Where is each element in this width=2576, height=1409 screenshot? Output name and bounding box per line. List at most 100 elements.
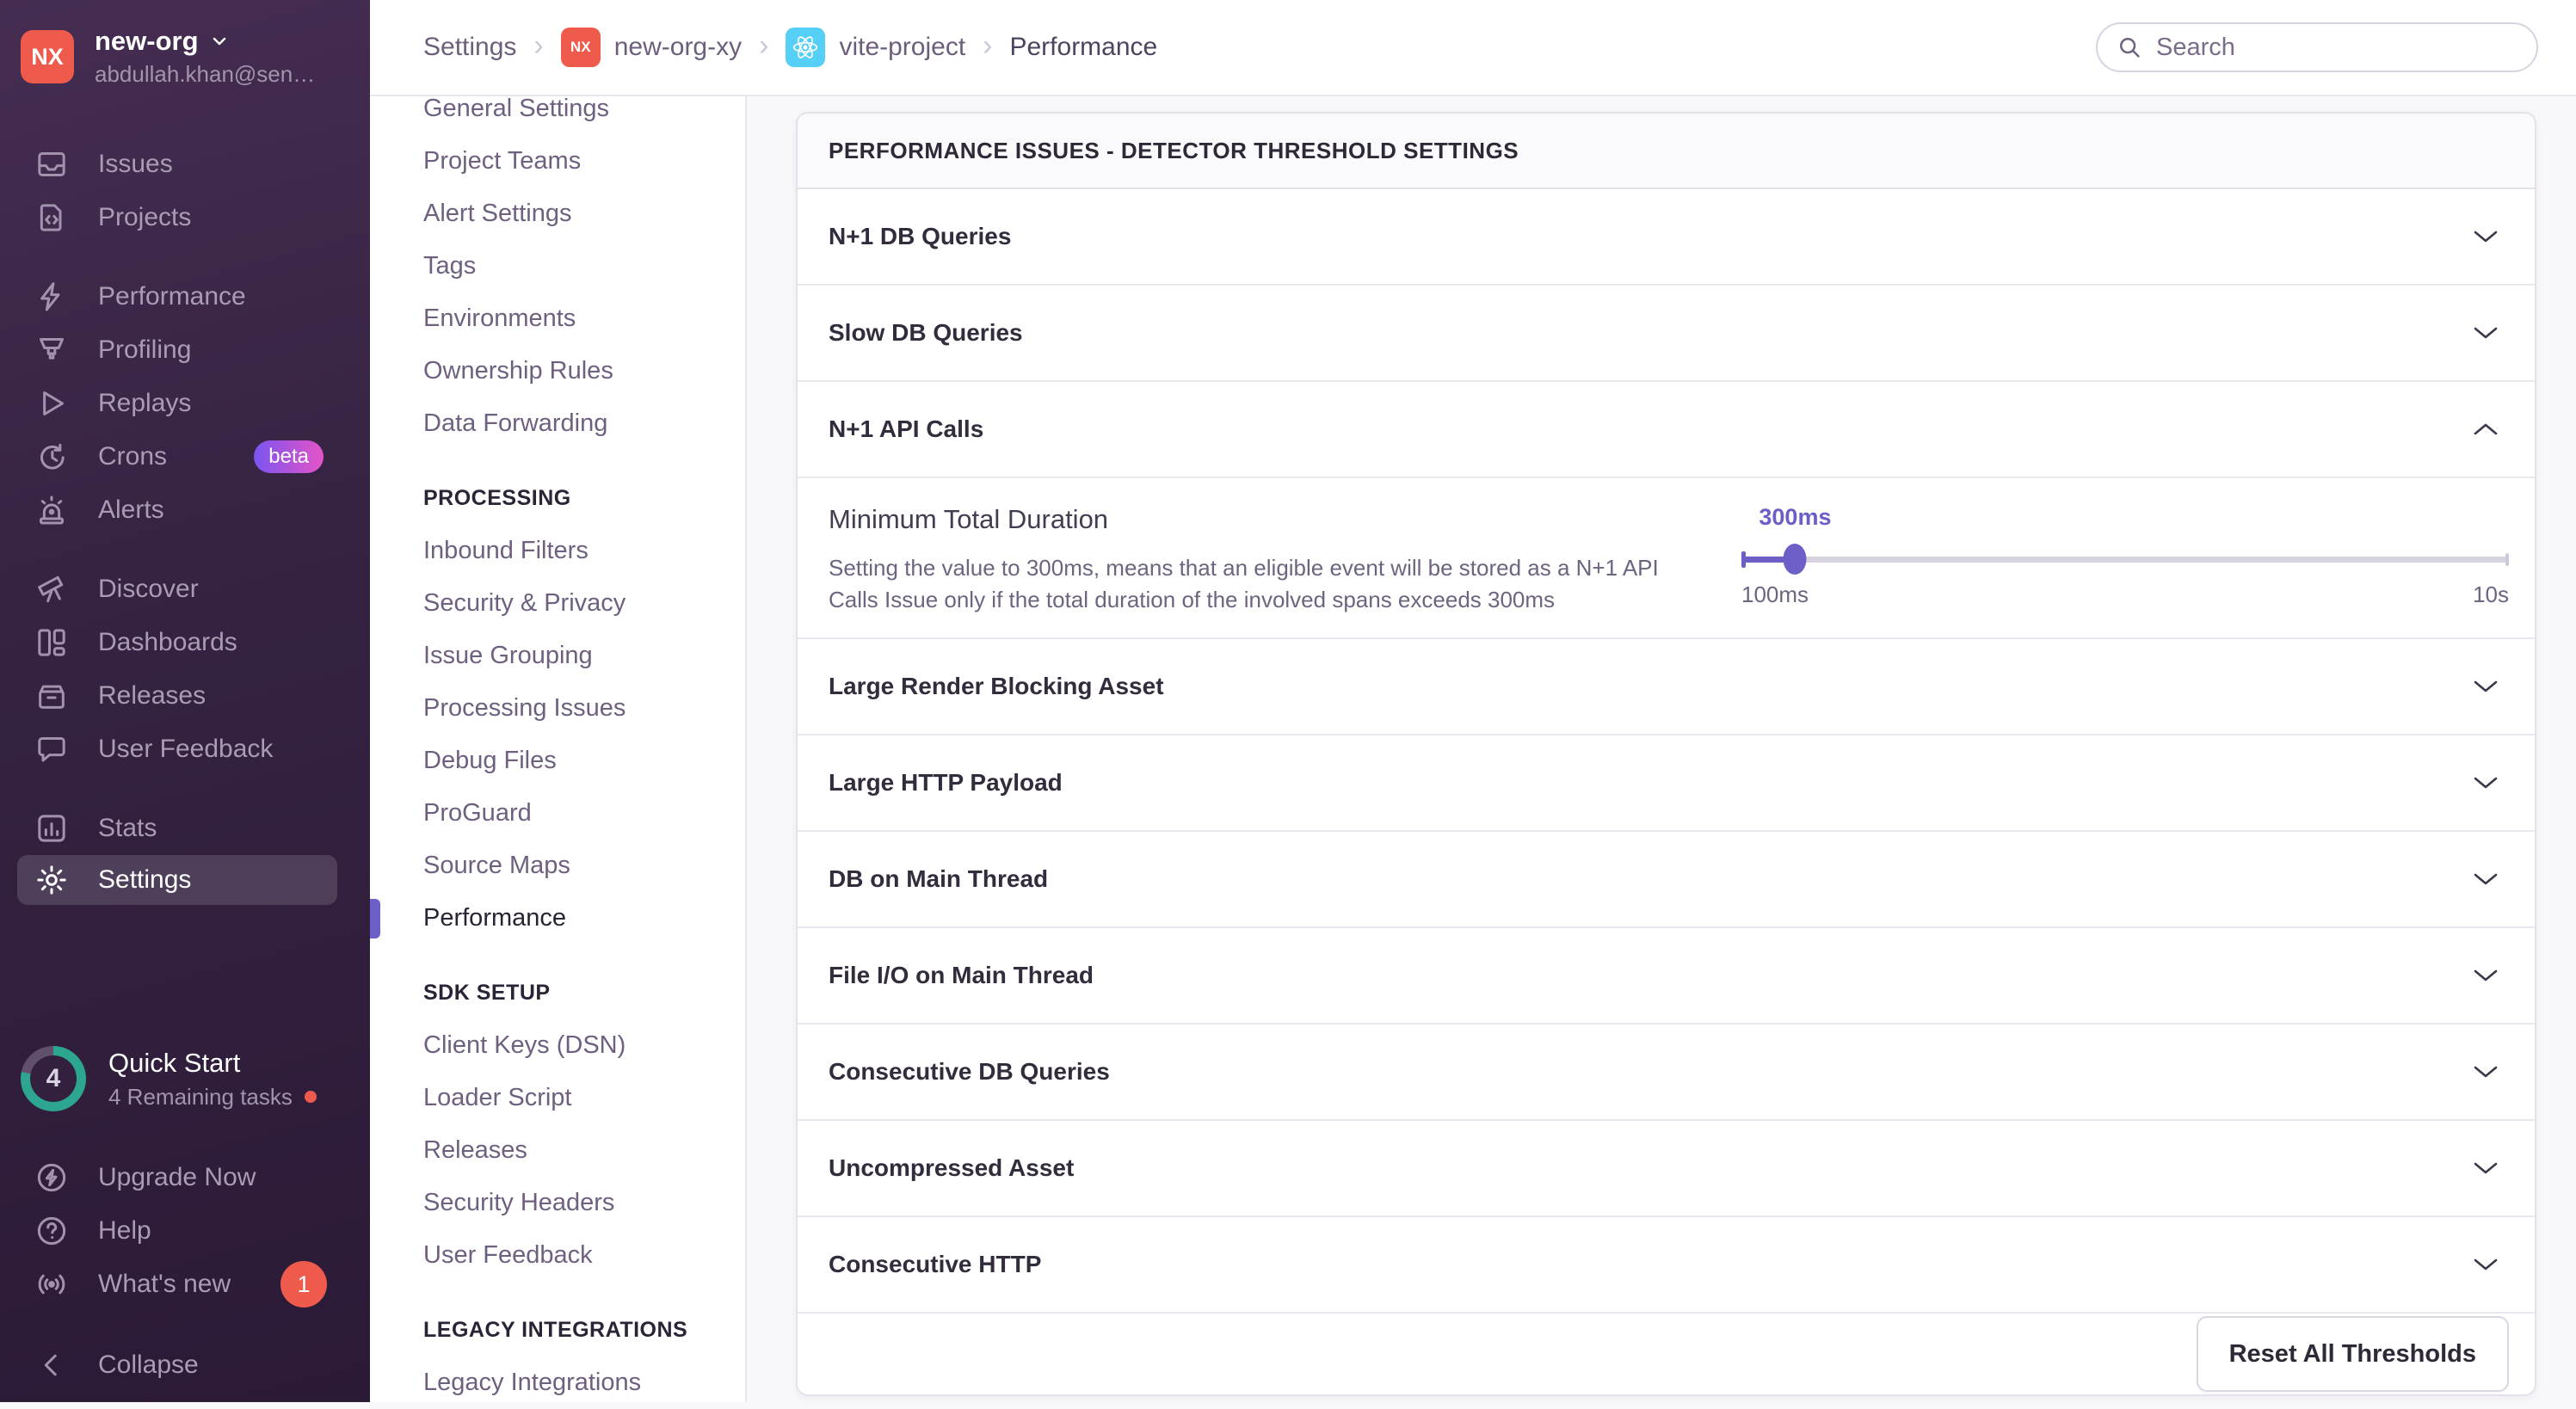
quick-start[interactable]: 4 Quick Start 4 Remaining tasks bbox=[0, 1046, 370, 1111]
releases-icon bbox=[34, 679, 69, 713]
settings-nav-performance[interactable]: Performance bbox=[370, 892, 745, 944]
sidebar-item-profiling[interactable]: Profiling bbox=[0, 323, 370, 377]
settings-nav-project-teams[interactable]: Project Teams bbox=[370, 135, 745, 188]
sidebar-item-releases[interactable]: Releases bbox=[0, 669, 370, 723]
settings-nav-ownership-rules[interactable]: Ownership Rules bbox=[370, 345, 745, 397]
search-box[interactable] bbox=[2096, 22, 2538, 72]
accordion-large-http-payload[interactable]: Large HTTP Payload bbox=[798, 735, 2535, 832]
accordion-db-on-main-thread[interactable]: DB on Main Thread bbox=[798, 832, 2535, 928]
primary-nav: Issues Projects Performance Profiling Re… bbox=[0, 138, 370, 905]
settings-nav-user-feedback[interactable]: User Feedback bbox=[370, 1229, 745, 1282]
sidebar-item-settings[interactable]: Settings bbox=[17, 855, 337, 905]
breadcrumb-separator: › bbox=[533, 29, 544, 62]
slider-thumb[interactable] bbox=[1783, 544, 1807, 575]
sidebar-item-upgrade-now[interactable]: Upgrade Now bbox=[0, 1151, 370, 1204]
breadcrumb-settings[interactable]: Settings bbox=[423, 33, 516, 62]
breadcrumb-organization[interactable]: NX new-org-xy bbox=[560, 28, 742, 67]
slider-track[interactable] bbox=[1741, 544, 2509, 575]
sidebar-item-label: What's new bbox=[98, 1270, 231, 1298]
settings-nav-security-privacy[interactable]: Security & Privacy bbox=[370, 577, 745, 630]
slider-max-label: 10s bbox=[2473, 581, 2509, 607]
sidebar-item-label: Replays bbox=[98, 389, 192, 417]
user-feedback-icon bbox=[34, 732, 69, 766]
accordion-file-io-on-main-thread[interactable]: File I/O on Main Thread bbox=[798, 928, 2535, 1024]
org-avatar[interactable]: NX bbox=[21, 30, 74, 83]
sidebar-item-dashboards[interactable]: Dashboards bbox=[0, 616, 370, 669]
settings-nav-legacy-integrations[interactable]: Legacy Integrations bbox=[370, 1357, 745, 1409]
settings-nav-security-headers[interactable]: Security Headers bbox=[370, 1177, 745, 1229]
settings-nav-proguard[interactable]: ProGuard bbox=[370, 787, 745, 840]
dashboards-icon bbox=[34, 625, 69, 660]
accordion-n1-db-queries[interactable]: N+1 DB Queries bbox=[798, 189, 2535, 286]
settings-nav-inbound-filters[interactable]: Inbound Filters bbox=[370, 525, 745, 577]
search-input[interactable] bbox=[2156, 33, 2528, 62]
settings-nav-tags[interactable]: Tags bbox=[370, 240, 745, 292]
accordion-n1-api-calls[interactable]: N+1 API Calls bbox=[798, 382, 2535, 478]
stats-icon bbox=[34, 811, 69, 846]
replays-icon bbox=[34, 386, 69, 421]
sidebar-item-projects[interactable]: Projects bbox=[0, 191, 370, 244]
settings-nav-client-keys[interactable]: Client Keys (DSN) bbox=[370, 1019, 745, 1072]
performance-icon bbox=[34, 280, 69, 314]
sidebar-item-label: Discover bbox=[98, 575, 199, 603]
issues-icon bbox=[34, 147, 69, 182]
breadcrumb-project[interactable]: vite-project bbox=[786, 28, 965, 67]
top-header: Settings › NX new-org-xy › vite-project … bbox=[370, 0, 2576, 96]
detail-description: Setting the value to 300ms, means that a… bbox=[829, 555, 1659, 612]
chevron-down-icon bbox=[2473, 1064, 2499, 1080]
slider-min-label: 100ms bbox=[1741, 581, 1809, 607]
sidebar-footer-nav: Upgrade Now Help What's new 1 Collapse bbox=[0, 1151, 370, 1392]
breadcrumb-performance: Performance bbox=[1009, 33, 1158, 61]
settings-nav-releases[interactable]: Releases bbox=[370, 1124, 745, 1177]
chevron-down-icon bbox=[2473, 1160, 2499, 1176]
sidebar-item-whats-new[interactable]: What's new 1 bbox=[0, 1258, 370, 1311]
search-icon bbox=[2117, 34, 2142, 60]
settings-nav-source-maps[interactable]: Source Maps bbox=[370, 840, 745, 892]
sidebar-item-label: Help bbox=[98, 1216, 151, 1245]
user-email: abdullah.khan@sen… bbox=[95, 61, 316, 87]
chevron-down-icon bbox=[209, 31, 230, 52]
crons-icon bbox=[34, 440, 69, 474]
settings-nav-environments[interactable]: Environments bbox=[370, 292, 745, 345]
settings-nav-debug-files[interactable]: Debug Files bbox=[370, 735, 745, 787]
accordion-uncompressed-asset[interactable]: Uncompressed Asset bbox=[798, 1121, 2535, 1217]
sidebar-item-label: Settings bbox=[98, 865, 192, 894]
settings-section-sdk-setup: SDK SETUP bbox=[423, 981, 551, 1005]
upgrade-icon bbox=[34, 1160, 69, 1195]
sidebar-item-discover[interactable]: Discover bbox=[0, 563, 370, 616]
sidebar-collapse-button[interactable]: Collapse bbox=[0, 1338, 370, 1392]
chevron-down-icon bbox=[2473, 1257, 2499, 1272]
sidebar-item-help[interactable]: Help bbox=[0, 1204, 370, 1258]
sidebar-item-stats[interactable]: Stats bbox=[0, 802, 370, 855]
chevron-left-icon bbox=[34, 1348, 69, 1382]
react-project-icon bbox=[786, 28, 826, 67]
accordion-large-render-blocking-asset[interactable]: Large Render Blocking Asset bbox=[798, 639, 2535, 735]
chevron-down-icon bbox=[2473, 229, 2499, 244]
reset-all-thresholds-button[interactable]: Reset All Thresholds bbox=[2196, 1316, 2509, 1392]
settings-nav-issue-grouping[interactable]: Issue Grouping bbox=[370, 630, 745, 682]
sidebar-item-crons[interactable]: Crons beta bbox=[0, 430, 370, 483]
settings-nav-processing-issues[interactable]: Processing Issues bbox=[370, 682, 745, 735]
accordion-consecutive-db-queries[interactable]: Consecutive DB Queries bbox=[798, 1024, 2535, 1121]
settings-nav-data-forwarding[interactable]: Data Forwarding bbox=[370, 397, 745, 450]
discover-icon bbox=[34, 572, 69, 606]
quick-start-subtitle: 4 Remaining tasks bbox=[108, 1083, 293, 1110]
chevron-down-icon bbox=[2473, 679, 2499, 694]
sidebar-item-issues[interactable]: Issues bbox=[0, 138, 370, 191]
settings-nav-alert-settings[interactable]: Alert Settings bbox=[370, 188, 745, 240]
settings-nav-loader-script[interactable]: Loader Script bbox=[370, 1072, 745, 1124]
sidebar-item-alerts[interactable]: Alerts bbox=[0, 483, 370, 537]
org-switcher[interactable]: NX new-org abdullah.khan@sen… bbox=[21, 26, 349, 88]
quick-start-progress-ring: 4 bbox=[21, 1046, 86, 1111]
settings-section-legacy-integrations: LEGACY INTEGRATIONS bbox=[423, 1318, 688, 1342]
profiling-icon bbox=[34, 333, 69, 367]
accordion-consecutive-http[interactable]: Consecutive HTTP bbox=[798, 1217, 2535, 1314]
sidebar-item-user-feedback[interactable]: User Feedback bbox=[0, 723, 370, 776]
detail-title: Minimum Total Duration bbox=[829, 504, 1109, 534]
sidebar-item-performance[interactable]: Performance bbox=[0, 270, 370, 323]
sidebar-item-replays[interactable]: Replays bbox=[0, 377, 370, 430]
accordion-slow-db-queries[interactable]: Slow DB Queries bbox=[798, 286, 2535, 382]
sidebar-item-label: Alerts bbox=[98, 495, 164, 524]
breadcrumb-separator: › bbox=[759, 29, 769, 62]
duration-slider: 300ms 100ms 10s bbox=[1741, 504, 2509, 637]
